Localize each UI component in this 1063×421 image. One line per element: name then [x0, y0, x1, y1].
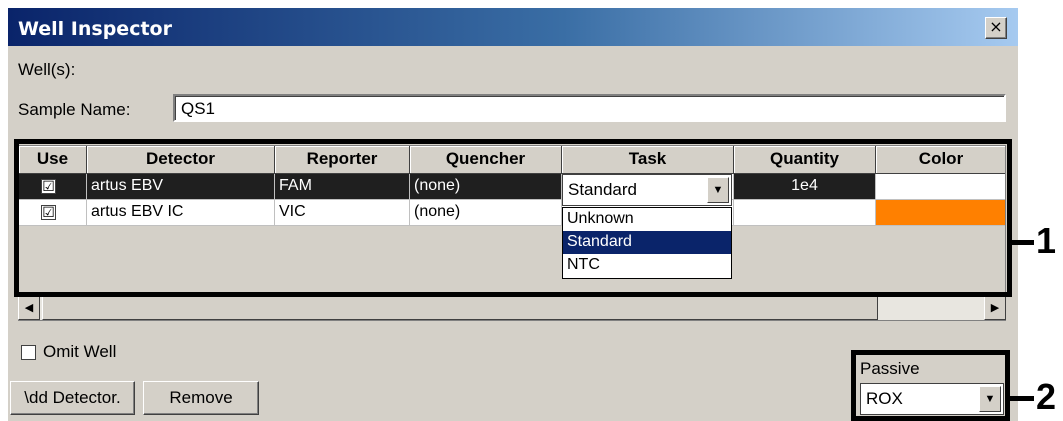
close-button[interactable]: ×: [985, 17, 1007, 39]
sample-name-label: Sample Name:: [18, 100, 131, 119]
callout-box-2: [851, 350, 1010, 421]
scroll-left-icon[interactable]: ◀: [18, 296, 40, 320]
horizontal-scrollbar[interactable]: ◀ ▶: [18, 296, 1006, 320]
sample-name-input[interactable]: QS1: [173, 94, 1006, 122]
close-icon: ×: [989, 17, 1003, 36]
callout-leader-2: [1010, 396, 1034, 401]
omit-well-checkbox[interactable]: [21, 345, 36, 360]
remove-button[interactable]: Remove: [143, 381, 259, 415]
scrollbar-thumb[interactable]: [42, 296, 878, 320]
omit-well-label: Omit Well: [43, 342, 117, 361]
window-title: Well Inspector: [18, 18, 172, 40]
add-detector-button[interactable]: \dd Detector.: [10, 381, 135, 415]
callout-number-1: 1: [1036, 220, 1057, 261]
scroll-right-icon[interactable]: ▶: [984, 296, 1006, 320]
wells-label: Well(s):: [18, 60, 76, 79]
title-bar: Well Inspector: [8, 8, 1018, 46]
callout-box-1: [14, 139, 1012, 297]
callout-leader-1: [1012, 240, 1034, 245]
callout-number-2: 2: [1036, 376, 1057, 417]
